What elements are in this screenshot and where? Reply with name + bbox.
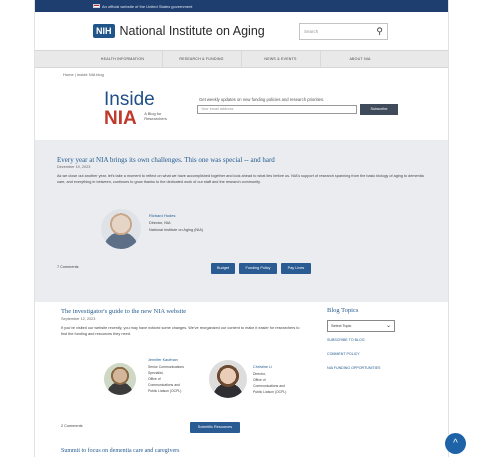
breadcrumb[interactable]: Home | Inside NIA blog <box>35 68 448 80</box>
gov-banner: An official website of the United States… <box>35 0 448 12</box>
subscribe-button[interactable]: Subscribe <box>360 104 398 115</box>
main-nav: HEALTH INFORMATION RESEARCH & FUNDING NE… <box>35 50 448 68</box>
author-title-line: Communications and <box>253 384 285 388</box>
featured-post-excerpt: As we close out another year, let's take… <box>57 174 424 184</box>
author-avatar <box>104 363 136 395</box>
post-title[interactable]: Summit to focus on dementia care and car… <box>61 448 179 454</box>
author-title-line: Communications and <box>148 383 180 387</box>
featured-post: Every year at NIA brings its own challen… <box>35 140 448 302</box>
logo-word-inside: Inside <box>104 89 155 110</box>
author-title-line: Director, <box>253 372 266 376</box>
author-name[interactable]: Christine Li <box>253 365 272 369</box>
sidebar-link-subscribe[interactable]: SUBSCRIBE TO BLOG <box>327 338 365 342</box>
site-header: NIH National Institute on Aging Search ⚲ <box>35 12 448 50</box>
nav-item-health-information[interactable]: HEALTH INFORMATION <box>84 51 163 67</box>
page: An official website of the United States… <box>34 0 449 457</box>
post-title[interactable]: The investigator's guide to the new NIA … <box>61 308 186 315</box>
author-title-line: Public Liaison (OCPL) <box>148 389 182 393</box>
topic-select[interactable]: Select Topic ⌄ <box>327 320 395 332</box>
email-field[interactable]: Your email address <box>197 105 357 114</box>
author-title-line: Specialist, <box>148 371 164 375</box>
gov-banner-text: An official website of the United States… <box>102 3 193 9</box>
sidebar-link-funding[interactable]: NIA FUNDING OPPORTUNITIES <box>327 366 380 370</box>
post-excerpt: If you've visited our website recently, … <box>61 326 300 336</box>
author-name[interactable]: Jennifer Kaufman <box>148 358 178 362</box>
search-icon[interactable]: ⚲ <box>376 27 383 36</box>
author-name[interactable]: Richard Hodes <box>149 213 175 218</box>
nav-item-about-nia[interactable]: ABOUT NIA <box>321 51 400 67</box>
tag-funding-policy-button[interactable]: Funding Policy <box>239 263 277 274</box>
logo-tagline: A Blog for Researchers <box>144 111 167 121</box>
comments-count[interactable]: 7 Comments <box>57 265 79 269</box>
comments-count[interactable]: 2 Comments <box>61 424 83 428</box>
subscribe-text: Get weekly updates on new funding polici… <box>199 97 325 102</box>
featured-post-date: December 19, 2023 <box>57 165 91 169</box>
back-to-top-button[interactable]: ^ <box>445 433 466 454</box>
chevron-down-icon: ⌄ <box>385 323 391 329</box>
author-avatar <box>209 360 247 398</box>
site-title: National Institute on Aging <box>119 24 265 38</box>
tag-pay-lines-button[interactable]: Pay Lines <box>281 263 311 274</box>
sidebar-link-comment-policy[interactable]: COMMENT POLICY <box>327 352 360 356</box>
nav-item-news-events[interactable]: NEWS & EVENTS <box>242 51 321 67</box>
post-date: September 12, 2023 <box>61 317 96 321</box>
nih-logo-badge: NIH <box>93 24 115 38</box>
author-title-line: Office of <box>148 377 161 381</box>
inside-nia-logo[interactable]: Inside NIA A Blog for Researchers <box>104 90 174 128</box>
blog-banner: Inside NIA A Blog for Researchers Get we… <box>35 80 448 138</box>
author-avatar <box>101 209 141 249</box>
search-placeholder: Search <box>304 29 319 34</box>
author-title-line: Office of <box>253 378 266 382</box>
topic-select-value: Select Topic <box>331 324 352 328</box>
blog-topics-heading: Blog Topics <box>327 307 359 314</box>
author-role: Director, NIA <box>149 221 171 225</box>
search-input[interactable]: Search ⚲ <box>299 23 388 40</box>
nia-logo[interactable]: NIH National Institute on Aging <box>93 24 265 38</box>
us-flag-icon <box>93 4 100 8</box>
author-title-line: Public Liaison (OCPL) <box>253 390 287 394</box>
nav-item-research-funding[interactable]: RESEARCH & FUNDING <box>163 51 242 67</box>
author-title-line: Senior Communications <box>148 365 184 369</box>
tag-budget-button[interactable]: Budget <box>211 263 235 274</box>
logo-word-nia: NIA <box>104 108 137 129</box>
featured-post-title[interactable]: Every year at NIA brings its own challen… <box>57 156 275 164</box>
tag-scientific-resources-button[interactable]: Scientific Resources <box>190 422 240 433</box>
author-org: National Institute on Aging (NIA) <box>149 228 204 232</box>
